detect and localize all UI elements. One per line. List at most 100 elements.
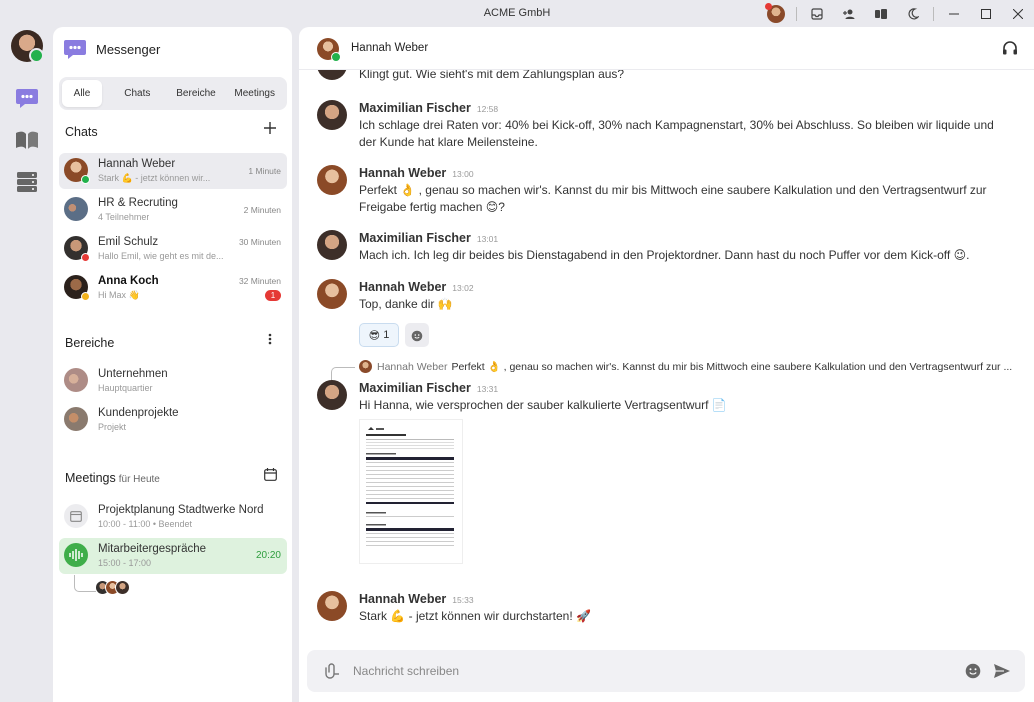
account-avatar-button[interactable] bbox=[760, 0, 792, 27]
chat-preview: Hi Max 👋 bbox=[98, 290, 140, 300]
calendar-icon bbox=[263, 468, 277, 481]
tab-alle[interactable]: Alle bbox=[62, 80, 102, 107]
maximize-icon[interactable] bbox=[970, 0, 1002, 27]
message-time: 15:33 bbox=[452, 595, 474, 605]
meeting-participants[interactable] bbox=[95, 580, 130, 595]
partner-avatar[interactable] bbox=[317, 38, 341, 62]
message-text: Top, danke dir 🙌 bbox=[359, 297, 453, 311]
sender-name: Hannah Weber bbox=[359, 166, 447, 180]
meeting-item-mitarbeitergespraeche[interactable]: Mitarbeitergespräche 15:00 - 17:00 20:20 bbox=[59, 538, 287, 574]
areas-section-title: Bereiche bbox=[65, 336, 115, 350]
meetings-calendar-button[interactable] bbox=[262, 468, 278, 486]
account-avatar bbox=[765, 2, 785, 23]
reactions: 😎 1 bbox=[359, 323, 429, 347]
add-reaction-button[interactable] bbox=[405, 323, 429, 347]
chat-time: 32 Minuten bbox=[238, 276, 281, 286]
meeting-calendar-icon bbox=[64, 504, 88, 528]
chats-section-title: Chats bbox=[65, 125, 98, 139]
chat-preview: Stark 💪 - jetzt können wir... bbox=[98, 173, 211, 183]
messenger-sidebar: Messenger Alle Chats Bereiche Meetings C… bbox=[53, 27, 292, 702]
area-sub: Hauptquartier bbox=[98, 383, 153, 393]
document-attachment-thumbnail[interactable] bbox=[359, 419, 463, 564]
chat-item-anna-koch[interactable]: Anna Koch Hi Max 👋 32 Minuten 1 bbox=[59, 270, 287, 306]
chat-time: 2 Minuten bbox=[243, 205, 281, 215]
meeting-live-timer: 20:20 bbox=[255, 550, 281, 561]
area-item-kundenprojekte[interactable]: Kundenprojekte Projekt bbox=[59, 402, 287, 438]
add-chat-button[interactable] bbox=[262, 121, 278, 139]
avatar bbox=[317, 591, 347, 621]
area-name: Kundenprojekte bbox=[98, 407, 179, 419]
meetings-title: Meetings bbox=[65, 471, 116, 485]
chat-preview: 4 Teilnehmer bbox=[98, 212, 150, 222]
message-time: 13:00 bbox=[452, 169, 474, 179]
meeting-time: 10:00 - 11:00 • Beendet bbox=[98, 519, 193, 529]
chat-item-hannah-weber[interactable]: Hannah Weber Stark 💪 - jetzt können wir.… bbox=[59, 153, 287, 189]
area-sub: Projekt bbox=[98, 422, 127, 432]
chat-name: Anna Koch bbox=[98, 275, 159, 287]
dark-mode-icon[interactable] bbox=[897, 0, 929, 27]
busy-status-icon bbox=[81, 253, 90, 262]
message-text: Klingt gut. Wie sieht's mit dem Zahlungs… bbox=[359, 70, 625, 81]
meeting-item-projektplanung[interactable]: Projektplanung Stadtwerke Nord 10:00 - 1… bbox=[59, 499, 287, 535]
sender-name: Hannah Weber bbox=[359, 592, 447, 606]
tab-chats[interactable]: Chats bbox=[108, 80, 167, 107]
meetings-section-title: Meetings für Heute bbox=[65, 471, 160, 485]
partner-name[interactable]: Hannah Weber bbox=[351, 42, 428, 54]
send-icon[interactable] bbox=[993, 663, 1011, 679]
avatar bbox=[317, 100, 347, 130]
message-text: Stark 💪 - jetzt können wir durchstarten!… bbox=[359, 609, 591, 623]
message-composer: Nachricht schreiben bbox=[307, 650, 1025, 692]
add-user-icon[interactable] bbox=[833, 0, 865, 27]
chat-name: Emil Schulz bbox=[98, 236, 159, 248]
message-text: Ich schlage drei Raten vor: 40% bei Kick… bbox=[359, 118, 994, 149]
unread-badge: 1 bbox=[265, 290, 281, 301]
plus-icon bbox=[264, 122, 276, 134]
minimize-icon[interactable] bbox=[938, 0, 970, 27]
online-status-icon bbox=[81, 175, 90, 184]
reaction-emoji: 😎 bbox=[368, 329, 381, 342]
book-nav-icon[interactable] bbox=[13, 126, 40, 153]
app-name: Messenger bbox=[96, 41, 161, 57]
meeting-name: Mitarbeitergespräche bbox=[98, 543, 207, 555]
group-avatar bbox=[64, 197, 88, 221]
message-time: 13:02 bbox=[452, 283, 474, 293]
more-vertical-icon bbox=[268, 333, 272, 345]
tab-meetings[interactable]: Meetings bbox=[225, 80, 284, 107]
chat-item-hr-recruting[interactable]: HR & Recruting 4 Teilnehmer 2 Minuten bbox=[59, 192, 287, 228]
chat-item-emil-schulz[interactable]: Emil Schulz Hallo Emil, wie geht es mit … bbox=[59, 231, 287, 267]
headset-icon[interactable] bbox=[1002, 41, 1018, 57]
reaction-chip[interactable]: 😎 1 bbox=[359, 323, 399, 347]
divider bbox=[933, 6, 934, 21]
avatar bbox=[317, 230, 347, 260]
sender-name: Hannah Weber bbox=[359, 280, 447, 294]
left-rail bbox=[0, 27, 53, 702]
meetings-subtitle: für Heute bbox=[118, 474, 160, 485]
sidebar-header: Messenger bbox=[63, 37, 160, 61]
contacts-icon[interactable] bbox=[865, 0, 897, 27]
chat-time: 30 Minuten bbox=[238, 237, 281, 247]
emoji-icon[interactable] bbox=[965, 663, 981, 679]
filter-tabs: Alle Chats Bereiche Meetings bbox=[59, 77, 287, 110]
sender-name: Maximilian Fischer bbox=[359, 381, 471, 395]
close-icon[interactable] bbox=[1002, 0, 1034, 27]
avatar bbox=[317, 380, 347, 410]
area-avatar bbox=[64, 368, 88, 392]
quoted-message[interactable]: Hannah Weber Perfekt 👌 , genau so machen … bbox=[359, 360, 1019, 373]
tab-bereiche[interactable]: Bereiche bbox=[167, 80, 226, 107]
message-input[interactable]: Nachricht schreiben bbox=[353, 664, 459, 678]
messenger-nav-icon[interactable] bbox=[13, 84, 40, 111]
storage-nav-icon[interactable] bbox=[13, 168, 40, 195]
meeting-name: Projektplanung Stadtwerke Nord bbox=[98, 504, 264, 516]
message-time: 13:31 bbox=[476, 384, 499, 394]
participant-avatar bbox=[115, 580, 130, 595]
live-audio-icon bbox=[64, 543, 88, 567]
avatar bbox=[317, 70, 347, 80]
my-avatar[interactable] bbox=[11, 30, 44, 63]
areas-more-button[interactable] bbox=[262, 332, 278, 350]
sender-name: Maximilian Fischer bbox=[359, 231, 471, 245]
attachment-icon[interactable] bbox=[324, 663, 340, 679]
chat-preview: Hallo Emil, wie geht es mit de... bbox=[98, 251, 224, 261]
add-reaction-icon bbox=[411, 330, 422, 341]
inbox-icon[interactable] bbox=[801, 0, 833, 27]
area-item-unternehmen[interactable]: Unternehmen Hauptquartier bbox=[59, 363, 287, 399]
